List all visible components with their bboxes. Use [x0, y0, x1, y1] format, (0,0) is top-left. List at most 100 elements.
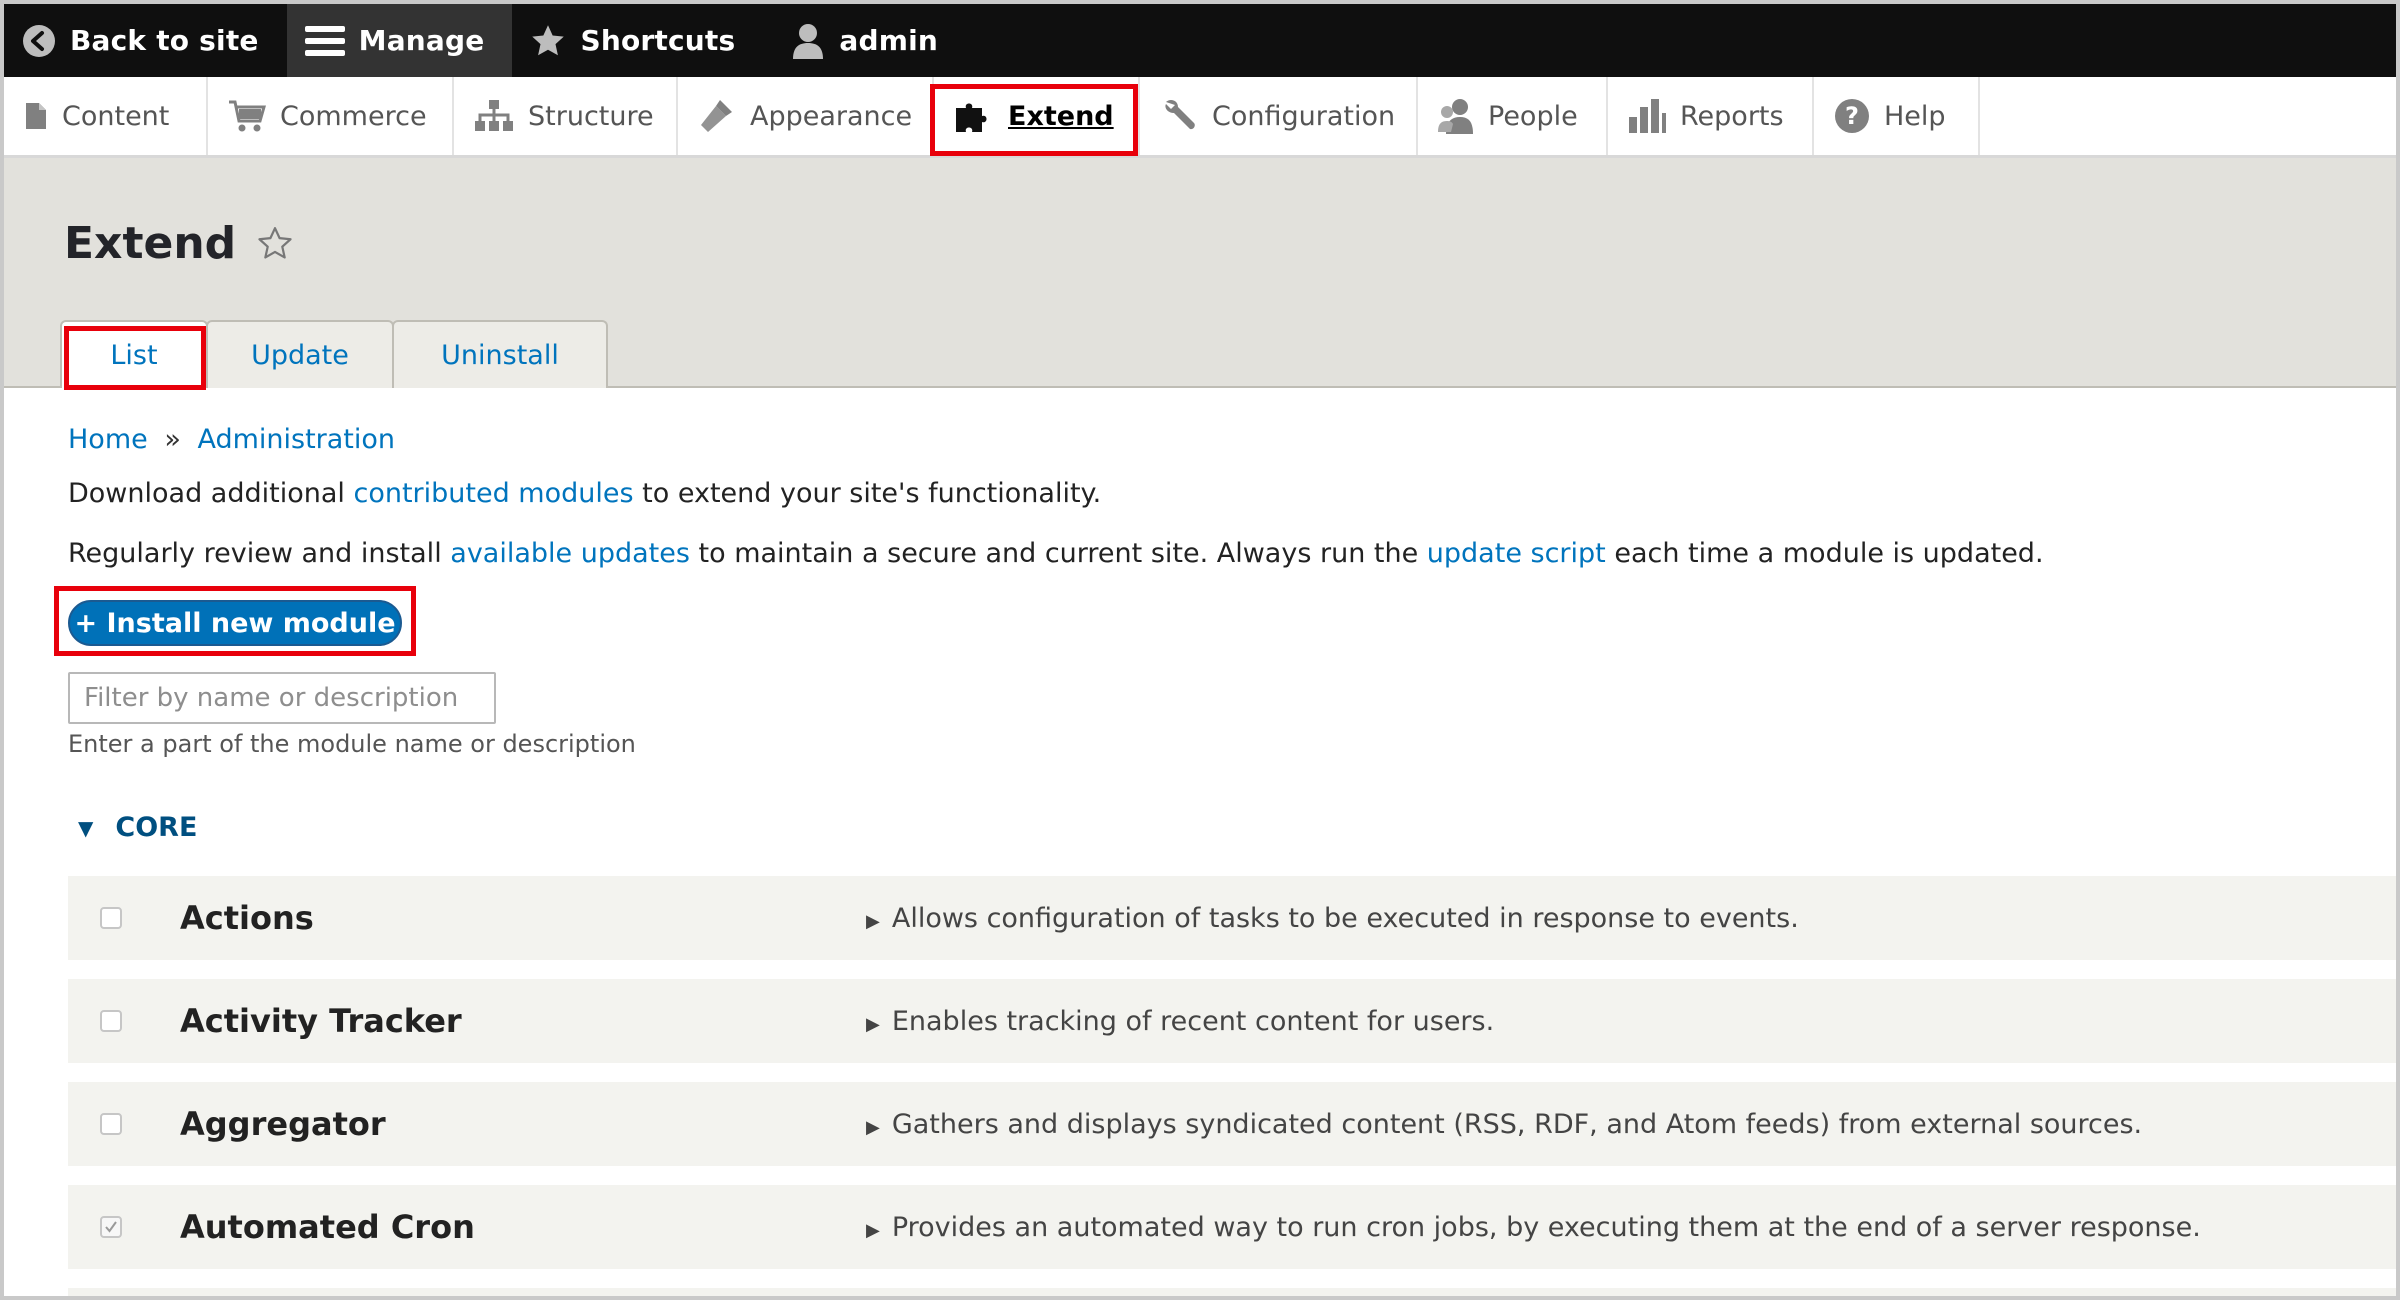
- tab-list[interactable]: List: [60, 320, 208, 388]
- intro-text: Download additional: [68, 478, 354, 509]
- breadcrumb: Home » Administration: [68, 424, 395, 455]
- module-row: Actions ▶ Allows configuration of tasks t…: [68, 876, 2396, 960]
- back-arrow-icon: [23, 24, 55, 57]
- tray-item-structure[interactable]: Structure: [454, 77, 678, 155]
- module-checkbox[interactable]: [100, 907, 122, 929]
- tray-item-content[interactable]: Content: [4, 77, 208, 155]
- back-to-site-label: Back to site: [70, 24, 259, 57]
- filter-description: Enter a part of the module name or descr…: [68, 730, 636, 758]
- cart-icon: [229, 100, 266, 132]
- tray-item-configuration[interactable]: Configuration: [1140, 77, 1418, 155]
- tray-item-label: Structure: [528, 100, 654, 132]
- module-description-toggle[interactable]: ▶ Gathers and displays syndicated content…: [866, 1109, 2142, 1140]
- manage-label: Manage: [358, 24, 485, 57]
- install-new-module-button[interactable]: + Install new module: [68, 600, 402, 646]
- tray-item-people[interactable]: People: [1418, 77, 1608, 155]
- core-section-toggle[interactable]: ▼ CORE: [78, 812, 197, 843]
- tray-item-label: Commerce: [280, 100, 427, 132]
- svg-text:?: ?: [1845, 102, 1859, 130]
- intro-text: to extend your site's functionality.: [633, 478, 1102, 509]
- module-row-partial: [68, 1288, 2396, 1296]
- tray-item-reports[interactable]: Reports: [1608, 77, 1814, 155]
- module-checkbox[interactable]: [100, 1010, 122, 1032]
- module-name: Automated Cron: [180, 1208, 475, 1246]
- local-tabs: List Update Uninstall: [60, 320, 608, 388]
- module-description: Provides an automated way to run cron jo…: [891, 1211, 2201, 1243]
- user-label: admin: [839, 24, 939, 57]
- module-description-toggle[interactable]: ▶ Enables tracking of recent content for …: [866, 1006, 1494, 1037]
- core-heading: CORE: [115, 812, 198, 843]
- browser-frame: Back to site Manage Shortcuts admin Cont…: [0, 0, 2400, 1300]
- triangle-right-icon: ▶: [866, 1013, 880, 1035]
- intro-text: Regularly review and install: [68, 538, 451, 569]
- module-description: Enables tracking of recent content for u…: [891, 1005, 1495, 1037]
- tray-item-label: Reports: [1680, 100, 1784, 132]
- tray-item-label: Help: [1884, 100, 1946, 132]
- tray-item-commerce[interactable]: Commerce: [208, 77, 454, 155]
- intro-text: to maintain a secure and current site. A…: [689, 538, 1427, 569]
- intro-updates: Regularly review and install available u…: [68, 538, 2044, 569]
- module-row: Aggregator ▶ Gathers and displays syndica…: [68, 1082, 2396, 1166]
- triangle-right-icon: ▶: [866, 1219, 880, 1241]
- sitemap-icon: [475, 100, 513, 131]
- tray-item-label: People: [1488, 100, 1578, 132]
- module-description-toggle[interactable]: ▶ Allows configuration of tasks to be exe…: [866, 903, 1799, 934]
- people-icon: [1438, 99, 1473, 134]
- tab-update-label: Update: [251, 339, 349, 371]
- puzzle-icon: [956, 103, 987, 132]
- tray-item-extend[interactable]: Extend: [934, 77, 1140, 155]
- tray-item-help[interactable]: ? Help: [1814, 77, 1980, 155]
- tab-uninstall[interactable]: Uninstall: [392, 320, 608, 388]
- module-name: Aggregator: [180, 1105, 386, 1143]
- tab-update[interactable]: Update: [206, 320, 394, 388]
- available-updates-link[interactable]: available updates: [450, 538, 690, 569]
- module-name: Actions: [180, 899, 314, 937]
- module-description: Gathers and displays syndicated content …: [891, 1108, 2143, 1140]
- page-header: Extend List Update Uninstall: [4, 158, 2396, 388]
- star-outline-icon[interactable]: [256, 225, 294, 263]
- contributed-modules-link[interactable]: contributed modules: [353, 478, 633, 509]
- admin-toolbar: Back to site Manage Shortcuts admin: [4, 4, 2396, 77]
- tab-list-label: List: [110, 339, 158, 371]
- breadcrumb-home-link[interactable]: Home: [68, 424, 148, 455]
- help-icon: ?: [1835, 99, 1869, 133]
- tray-item-label: Extend: [1008, 100, 1114, 132]
- tray-item-label: Appearance: [750, 100, 913, 132]
- module-checkbox-checked[interactable]: [100, 1216, 122, 1238]
- triangle-right-icon: ▶: [866, 1116, 880, 1138]
- user-tab[interactable]: admin: [763, 4, 966, 77]
- manage-tab[interactable]: Manage: [286, 4, 513, 77]
- triangle-right-icon: ▶: [866, 910, 880, 932]
- module-name: Activity Tracker: [180, 1002, 462, 1040]
- user-icon: [793, 23, 824, 59]
- intro-download: Download additional contributed modules …: [68, 478, 1101, 509]
- page-title: Extend: [64, 218, 294, 269]
- module-row: Automated Cron ▶ Provides an automated wa…: [68, 1185, 2396, 1269]
- star-icon: [532, 24, 565, 55]
- tray-item-appearance[interactable]: Appearance: [678, 77, 934, 155]
- breadcrumb-separator: »: [164, 424, 181, 455]
- wrench-icon: [1165, 99, 1195, 130]
- update-script-link[interactable]: update script: [1427, 538, 1606, 569]
- module-description: Allows configuration of tasks to be exec…: [891, 902, 1799, 934]
- page-title-text: Extend: [64, 218, 237, 269]
- tab-uninstall-label: Uninstall: [441, 339, 559, 371]
- module-row: Activity Tracker ▶ Enables tracking of re…: [68, 979, 2396, 1063]
- tray-item-label: Content: [62, 100, 170, 132]
- filter-input[interactable]: [68, 672, 496, 724]
- paintbrush-icon: [701, 100, 732, 132]
- module-checkbox[interactable]: [100, 1113, 122, 1135]
- module-description-toggle[interactable]: ▶ Provides an automated way to run cron j…: [866, 1212, 2201, 1243]
- tray-item-label: Configuration: [1212, 100, 1396, 132]
- document-icon: [26, 103, 46, 129]
- checkmark-icon: [105, 1221, 117, 1233]
- shortcuts-tab[interactable]: Shortcuts: [512, 4, 763, 77]
- breadcrumb-administration-link[interactable]: Administration: [197, 424, 395, 455]
- intro-text: each time a module is updated.: [1605, 538, 2044, 569]
- triangle-down-icon: ▼: [78, 815, 94, 840]
- admin-tray: Content Commerce Structure Appearance Ex…: [4, 77, 2396, 158]
- bar-chart-icon: [1629, 99, 1666, 133]
- back-to-site-link[interactable]: Back to site: [4, 4, 287, 77]
- shortcuts-label: Shortcuts: [580, 24, 736, 57]
- hamburger-icon: [304, 25, 345, 56]
